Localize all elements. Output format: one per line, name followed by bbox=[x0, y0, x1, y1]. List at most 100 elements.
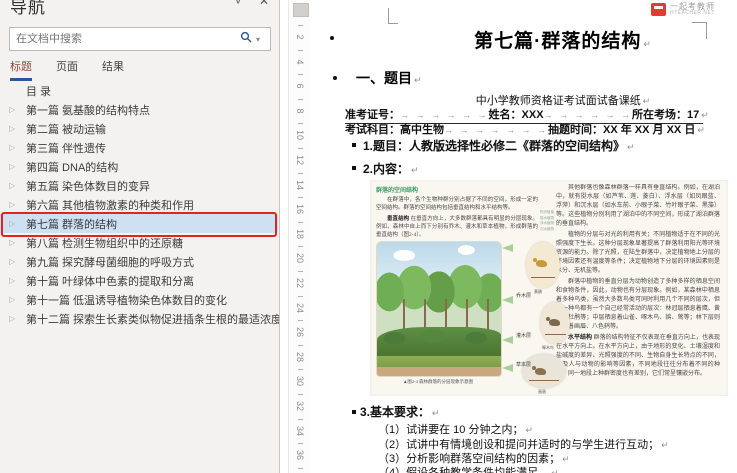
textbook-paragraph-text: 群落的结构特征不仅表现在垂直方向上，也表现在水平方向上。在水平方向上，由于地形的… bbox=[556, 335, 720, 377]
textbook-paragraph: 水平结构 群落的结构特征不仅表现在垂直方向上，也表现在水平方向上。在水平方向上，… bbox=[556, 334, 720, 379]
nav-item-chapter11[interactable]: ▷第十一篇 低温诱导植物染色体数目的变化 bbox=[0, 290, 278, 309]
search-input[interactable] bbox=[10, 33, 236, 45]
branch-line bbox=[529, 380, 560, 381]
expand-arrow-icon[interactable]: ▷ bbox=[9, 105, 26, 114]
expand-arrow-icon[interactable]: ▷ bbox=[9, 314, 26, 323]
ruler-number: 32 bbox=[295, 395, 305, 417]
bird-inset-thrush bbox=[522, 354, 566, 388]
bird-label-thrush: 画眉 bbox=[538, 389, 546, 395]
paragraph-mark: ↵ bbox=[432, 408, 440, 418]
field-exam-subject: 考试科目：高中生物 bbox=[345, 121, 444, 137]
ruler-number: 24 bbox=[295, 297, 305, 319]
expand-arrow-icon[interactable]: ▷ bbox=[9, 162, 26, 171]
field-draw-time: 抽题时间：XX 年 XX 月 XX 日 bbox=[548, 121, 695, 137]
branch-line bbox=[531, 277, 555, 278]
ruler-number: 8 bbox=[295, 100, 305, 122]
ruler-number: 30 bbox=[295, 370, 305, 392]
textbook-left-column: 群落的空间结构 在群落中，各个生物种群分别占据了不同的空间，形成一定的空间结构。… bbox=[376, 185, 538, 393]
layer-arrow-icon bbox=[502, 296, 513, 304]
section-heading-timu[interactable]: 一、题目↵ bbox=[356, 68, 422, 88]
ruler-number: 20 bbox=[295, 247, 305, 269]
expand-arrow-icon[interactable]: ▷ bbox=[9, 238, 26, 247]
textbook-margin-notes: 知识链接 挺水植物 浮水植物 沉水植物 bbox=[540, 210, 554, 232]
nav-item-chapter4[interactable]: ▷第四篇 DNA的结构 bbox=[0, 157, 278, 176]
branch-line bbox=[545, 334, 566, 335]
item-content[interactable]: 2.内容：↵ bbox=[363, 160, 419, 177]
item-requirements[interactable]: 3.基本要求：↵ bbox=[360, 403, 440, 420]
section-heading-text: 一、题目 bbox=[356, 70, 412, 86]
nav-item-label: 第三篇 伴性遗传 bbox=[26, 140, 106, 156]
outline-square-bullet bbox=[352, 166, 356, 170]
nav-item-chapter12[interactable]: ▷第十二篇 探索生长素类似物促进插条生根的最适浓度 bbox=[0, 309, 278, 328]
close-icon[interactable]: ✕ bbox=[259, 0, 269, 8]
nav-item-toc[interactable]: 目 录 bbox=[0, 81, 278, 100]
textbook-paragraph: 在群落中，各个生物种群分别占据了不同的空间，形成一定的空间结构。群落的空间结构包… bbox=[376, 196, 538, 213]
nav-item-label: 第十篇 叶绿体中色素的提取和分离 bbox=[26, 273, 194, 289]
textbook-paragraph: 植物的分层与对光的利用有关；不同植物适于在不同的光照强度下生长。这种分层现象显著… bbox=[556, 231, 720, 276]
soil-layer bbox=[377, 367, 501, 376]
tab-marks: → → → → → → → bbox=[444, 125, 548, 135]
layer-label-qiaomu: 乔木层 bbox=[516, 292, 531, 299]
layer-arrow-icon bbox=[502, 364, 513, 372]
expand-arrow-icon[interactable]: ▷ bbox=[9, 295, 26, 304]
nav-item-label: 目 录 bbox=[26, 83, 51, 99]
nav-item-chapter3[interactable]: ▷第三篇 伴性遗传 bbox=[0, 138, 278, 157]
pane-options-icon[interactable]: ˅ bbox=[235, 0, 242, 8]
ruler-margin-box bbox=[293, 3, 309, 17]
nav-item-chapter10[interactable]: ▷第十篇 叶绿体中色素的提取和分离 bbox=[0, 271, 278, 290]
ruler-number: 10 bbox=[295, 124, 305, 146]
nav-item-label: 第二篇 被动运输 bbox=[26, 121, 106, 137]
expand-arrow-icon[interactable]: ▷ bbox=[9, 124, 26, 133]
ruler-number: 16 bbox=[295, 198, 305, 220]
item-topic[interactable]: 1.题目：人教版选择性必修二《群落的空间结构》↵ bbox=[363, 137, 635, 154]
nav-item-chapter5[interactable]: ▷第五篇 染色体数目的变异 bbox=[0, 176, 278, 195]
nav-item-chapter9[interactable]: ▷第九篇 探究酵母菌细胞的呼吸方式 bbox=[0, 252, 278, 271]
field-name: 姓名：XXX bbox=[489, 106, 544, 122]
nav-item-chapter7-selected[interactable]: ▷第七篇 群落的结构 bbox=[0, 214, 278, 233]
paragraph-mark: ↵ bbox=[643, 39, 652, 49]
textbook-green-heading: 群落的空间结构 bbox=[376, 185, 538, 194]
outline-bullet bbox=[330, 36, 334, 40]
ruler-number: 36 bbox=[295, 444, 305, 466]
nav-item-chapter8[interactable]: ▷第八篇 检测生物组织中的还原糖 bbox=[0, 233, 278, 252]
document-search-box[interactable]: ▾ bbox=[9, 27, 271, 51]
expand-arrow-icon[interactable]: ▷ bbox=[9, 276, 26, 285]
nav-item-label: 第六篇 其他植物激素的种类和作用 bbox=[26, 197, 194, 213]
document-title[interactable]: 第七篇·群落的结构↵ bbox=[410, 26, 716, 53]
bird-label-woodpecker: 啄木鸟 bbox=[542, 345, 554, 351]
item-content-text: 2.内容： bbox=[363, 162, 409, 176]
requirement-line-1[interactable]: （1）试讲要在 10 分钟之内；↵ bbox=[378, 421, 533, 437]
layer-label-guanmu: 灌木层 bbox=[516, 332, 531, 339]
expand-arrow-icon[interactable]: ▷ bbox=[9, 257, 26, 266]
navigation-pane: 导航 ˅ ✕ ▾ 标题 页面 结果 目 录 ▷第一篇 氨基酸的结构特点 ▷第二篇… bbox=[0, 0, 280, 473]
ruler-tick bbox=[298, 468, 303, 469]
expand-arrow-icon[interactable]: ▷ bbox=[9, 219, 26, 228]
word-window: 导航 ˅ ✕ ▾ 标题 页面 结果 目 录 ▷第一篇 氨基酸的结构特点 ▷第二篇… bbox=[0, 0, 737, 473]
vertical-ruler[interactable]: 24681012141618202224262830323436 bbox=[288, 0, 311, 473]
search-dropdown-icon[interactable]: ▾ bbox=[256, 35, 270, 44]
textbook-right-column: 其他群落也像森林群落一样具有垂直结构。例如，在湖泊中，就有挺水层（如芦苇、莲、菱… bbox=[556, 184, 720, 394]
nav-item-chapter1[interactable]: ▷第一篇 氨基酸的结构特点 bbox=[0, 100, 278, 119]
expand-arrow-icon[interactable]: ▷ bbox=[9, 181, 26, 190]
textbook-scan-image[interactable]: 群落的空间结构 在群落中，各个生物种群分别占据了不同的空间，形成一定的空间结构。… bbox=[370, 180, 728, 396]
ruler-number: 26 bbox=[295, 321, 305, 343]
expand-arrow-icon[interactable]: ▷ bbox=[9, 200, 26, 209]
ruler-number: 6 bbox=[295, 75, 305, 97]
outline-square-bullet bbox=[352, 143, 356, 147]
layer-arrow-icon bbox=[502, 244, 513, 252]
document-page[interactable]: 一起考教师 HTEACHER.NET 第七篇·群落的结构↵ 一、题目↵ 中小学教… bbox=[310, 0, 737, 473]
nav-item-chapter6[interactable]: ▷第六篇 其他植物激素的种类和作用 bbox=[0, 195, 278, 214]
requirement-line-4[interactable]: （4）假设各种教学条件均能满足。↵ bbox=[378, 464, 559, 473]
bird-inset-woodpecker bbox=[540, 302, 570, 344]
layer-arrow-icon bbox=[502, 336, 513, 344]
bold-lead-word: 垂直结构 bbox=[387, 216, 409, 222]
field-ticket-number: 准考证号： bbox=[345, 106, 400, 122]
nav-item-chapter2[interactable]: ▷第二篇 被动运输 bbox=[0, 119, 278, 138]
item-topic-text: 1.题目：人教版选择性必修二《群落的空间结构》 bbox=[363, 139, 625, 153]
tab-marks: → → → → → → bbox=[400, 110, 489, 120]
search-icon[interactable] bbox=[236, 30, 256, 48]
navigation-pane-controls: ˅ ✕ bbox=[221, 0, 269, 8]
expand-arrow-icon[interactable]: ▷ bbox=[9, 143, 26, 152]
figure-caption: ▲图2-4 森林群落的分层现象示意图 bbox=[376, 379, 500, 385]
exam-info-line2[interactable]: 考试科目：高中生物 → → → → → → → 抽题时间：XX 年 XX 月 X… bbox=[345, 121, 703, 137]
